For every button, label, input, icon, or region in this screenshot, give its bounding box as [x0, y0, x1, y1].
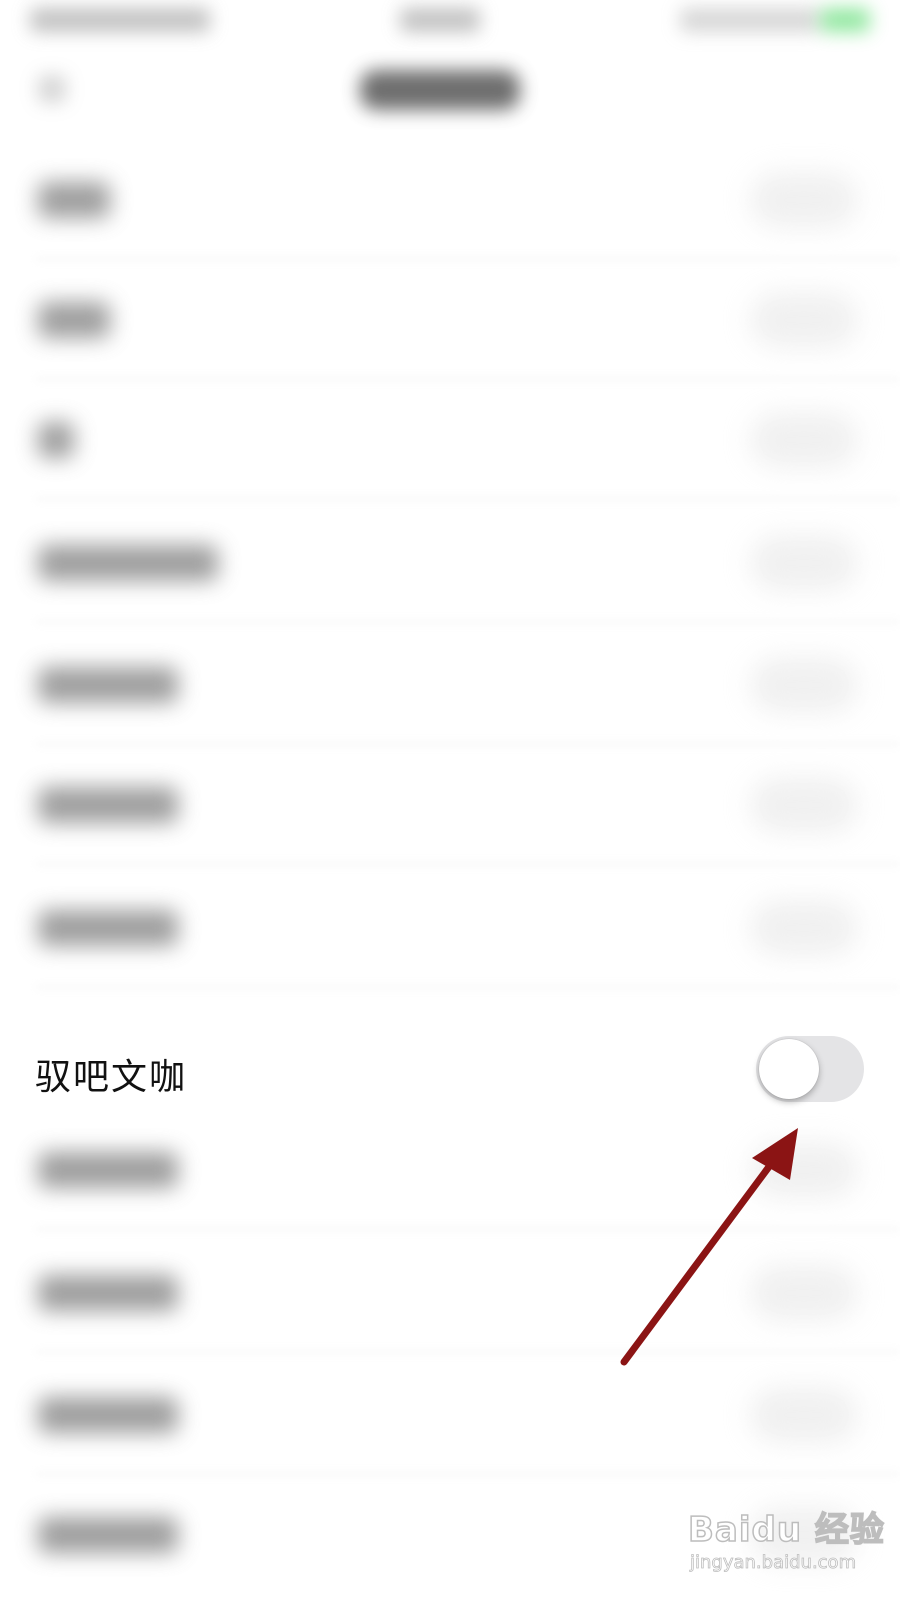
nav-title-blur: [360, 70, 520, 110]
list-item[interactable]: [0, 503, 900, 623]
list-item[interactable]: [0, 745, 900, 865]
status-right-blur: [680, 8, 820, 32]
list-item[interactable]: [0, 1110, 900, 1230]
toggle-switch[interactable]: [750, 657, 858, 713]
toggle-switch[interactable]: [750, 172, 858, 228]
toggle-knob[interactable]: [759, 1039, 819, 1099]
list-item[interactable]: [0, 868, 900, 988]
divider: [36, 863, 900, 865]
setting-toggle-switch[interactable]: [756, 1036, 864, 1102]
list-item-label: [38, 422, 74, 458]
divider: [36, 1351, 900, 1353]
list-item-label: [38, 787, 178, 823]
list-item-label: [38, 1152, 178, 1188]
list-item-label: [38, 182, 110, 218]
list-item-label: [38, 1275, 178, 1311]
watermark-logo: Baidu 经验: [687, 1509, 885, 1551]
toggle-switch[interactable]: [750, 412, 858, 468]
divider: [36, 498, 900, 500]
list-item[interactable]: [0, 625, 900, 745]
list-item-label: [38, 1397, 178, 1433]
status-bar: [0, 0, 900, 45]
list-item-label: [38, 545, 218, 581]
toggle-switch[interactable]: [750, 1265, 858, 1321]
baidu-watermark: Baidu 经验 jingyan.baidu.com: [687, 1488, 888, 1588]
back-icon[interactable]: [38, 75, 66, 103]
list-item-label: [38, 302, 110, 338]
toggle-switch[interactable]: [750, 777, 858, 833]
watermark-site: jingyan.baidu.com: [690, 1552, 857, 1574]
nav-bar: [0, 45, 900, 140]
list-item[interactable]: [0, 1355, 900, 1475]
list-item[interactable]: [0, 140, 900, 260]
list-item[interactable]: [0, 1233, 900, 1353]
divider: [36, 621, 900, 623]
toggle-switch[interactable]: [750, 535, 858, 591]
divider: [36, 986, 900, 988]
list-item[interactable]: [0, 260, 900, 380]
toggle-switch[interactable]: [750, 292, 858, 348]
status-left-blur: [30, 8, 210, 32]
list-item[interactable]: [0, 380, 900, 500]
toggle-switch[interactable]: [750, 1387, 858, 1443]
list-item-label: [38, 1517, 178, 1553]
toggle-switch[interactable]: [750, 900, 858, 956]
list-item-label: [38, 667, 178, 703]
battery-icon: [820, 8, 870, 32]
divider: [36, 1228, 900, 1230]
toggle-switch[interactable]: [750, 1142, 858, 1198]
list-item-label: [38, 910, 178, 946]
setting-label: 驭吧文咖: [35, 1057, 188, 1098]
status-center-blur: [400, 8, 480, 32]
